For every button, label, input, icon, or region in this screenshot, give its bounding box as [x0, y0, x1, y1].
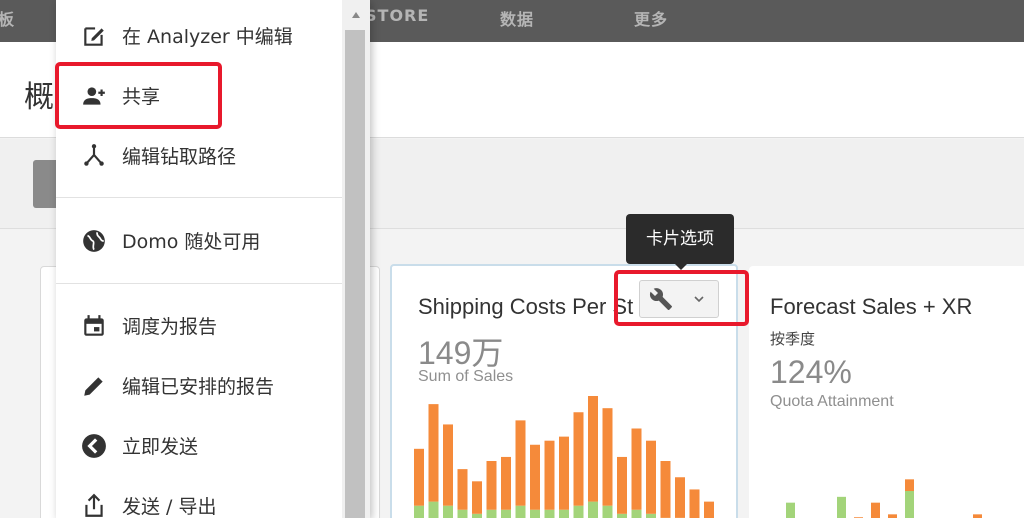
nav-item-store[interactable]: STORE	[365, 6, 429, 25]
drill-path-icon	[84, 144, 104, 166]
bar-segment-secondary[interactable]	[617, 513, 627, 518]
menu-item-edit-scheduled-report[interactable]: 编辑已安排的报告	[56, 360, 342, 410]
bar-segment-primary[interactable]	[486, 461, 497, 510]
nav-item-partial[interactable]: 板	[0, 6, 15, 30]
nav-item-data[interactable]: 数据	[500, 6, 534, 30]
card-forecast-sales[interactable]: Forecast Sales + XR 按季度 124% Quota Attai…	[749, 266, 1024, 518]
highlight-share	[55, 62, 222, 129]
bar-segment-primary[interactable]	[660, 461, 671, 518]
card-summary-label: Sum of Sales	[418, 368, 514, 385]
bar-segment-secondary[interactable]	[414, 505, 424, 518]
bar-segment-secondary[interactable]	[786, 502, 795, 518]
edit-square-icon	[84, 27, 104, 46]
bar-segment-primary[interactable]	[646, 440, 656, 514]
menu-item-edit-drill-path[interactable]: 编辑钻取路径	[56, 130, 342, 180]
card-summary-value: 124%	[770, 354, 852, 390]
menu-item-send-now[interactable]: 立即发送	[56, 420, 342, 470]
bar-segment-primary[interactable]	[588, 396, 598, 502]
card-summary-label: Quota Attainment	[770, 393, 894, 410]
share-export-icon	[85, 493, 103, 517]
send-icon	[82, 434, 106, 458]
menu-item-label: 发送 / 导出	[122, 496, 217, 518]
bar-segment-primary[interactable]	[428, 404, 439, 502]
card-title[interactable]: Forecast Sales + XR	[770, 294, 972, 320]
bar-segment-secondary[interactable]	[428, 501, 439, 518]
page-title: 概	[24, 80, 54, 115]
pencil-icon	[84, 377, 103, 396]
menu-item-edit-in-analyzer[interactable]: 在 Analyzer 中编辑	[56, 10, 342, 60]
nav-item-more[interactable]: 更多	[634, 6, 668, 30]
bar-segment-primary[interactable]	[443, 424, 453, 506]
bar-segment-primary[interactable]	[905, 479, 914, 491]
bar-segment-primary[interactable]	[573, 412, 584, 506]
menu-item-schedule-report[interactable]: 调度为报告	[56, 300, 342, 350]
bar-segment-primary[interactable]	[973, 514, 982, 518]
bar-segment-primary[interactable]	[689, 489, 700, 518]
menu-item-label: Domo 随处可用	[122, 231, 261, 253]
bar-segment-secondary[interactable]	[602, 505, 613, 518]
bar-segment-primary[interactable]	[675, 477, 685, 518]
bar-segment-secondary[interactable]	[837, 496, 846, 518]
bar-segment-primary[interactable]	[888, 514, 897, 518]
tooltip-arrow	[674, 263, 688, 270]
menu-item-label: 编辑已安排的报告	[122, 376, 275, 398]
bar-segment-secondary[interactable]	[486, 509, 497, 518]
bar-segment-primary[interactable]	[530, 444, 540, 510]
bar-segment-secondary[interactable]	[457, 509, 468, 518]
menu-item-label: 立即发送	[122, 436, 199, 458]
bar-segment-secondary[interactable]	[530, 509, 540, 518]
bar-segment-secondary[interactable]	[544, 509, 555, 518]
scroll-up-arrow-icon[interactable]	[352, 12, 360, 18]
forecast-bar-chart[interactable]	[769, 456, 1024, 518]
bar-segment-secondary[interactable]	[905, 491, 914, 518]
card-subtitle: 按季度	[770, 330, 816, 348]
bar-segment-secondary[interactable]	[646, 513, 656, 518]
bar-segment-primary[interactable]	[544, 440, 555, 510]
bar-segment-secondary[interactable]	[472, 513, 482, 518]
bar-segment-secondary[interactable]	[631, 509, 642, 518]
menu-item-domo-everywhere[interactable]: Domo 随处可用	[56, 215, 342, 265]
card-title[interactable]: Shipping Costs Per St	[418, 294, 633, 320]
bar-segment-primary[interactable]	[472, 481, 482, 514]
bar-segment-secondary[interactable]	[559, 509, 569, 518]
bar-segment-secondary[interactable]	[443, 505, 453, 518]
bar-segment-primary[interactable]	[617, 456, 627, 514]
menu-item-label: 在 Analyzer 中编辑	[122, 26, 293, 48]
bar-segment-primary[interactable]	[631, 428, 642, 510]
card-options-tooltip: 卡片选项	[626, 214, 734, 264]
menu-divider	[56, 197, 342, 198]
highlight-card-options	[614, 270, 749, 326]
bar-segment-primary[interactable]	[602, 408, 613, 506]
menu-scrollbar-thumb[interactable]	[345, 30, 365, 518]
bar-segment-primary[interactable]	[414, 448, 424, 506]
bar-segment-primary[interactable]	[704, 501, 714, 518]
bar-segment-primary[interactable]	[515, 420, 526, 506]
bar-segment-secondary[interactable]	[573, 505, 584, 518]
bar-segment-secondary[interactable]	[588, 501, 598, 518]
menu-item-send-export[interactable]: 发送 / 导出	[56, 480, 342, 518]
bar-segment-secondary[interactable]	[501, 509, 511, 518]
bar-segment-primary[interactable]	[559, 436, 569, 510]
bar-segment-primary[interactable]	[457, 469, 468, 510]
bar-segment-secondary[interactable]	[515, 505, 526, 518]
menu-item-label: 调度为报告	[122, 316, 218, 338]
globe-icon	[83, 230, 105, 252]
menu-divider	[56, 283, 342, 284]
calendar-icon	[84, 315, 104, 336]
bar-segment-primary[interactable]	[501, 456, 511, 510]
menu-item-label: 编辑钻取路径	[122, 146, 237, 168]
shipping-bar-chart[interactable]	[414, 396, 724, 518]
bar-segment-primary[interactable]	[871, 502, 880, 518]
